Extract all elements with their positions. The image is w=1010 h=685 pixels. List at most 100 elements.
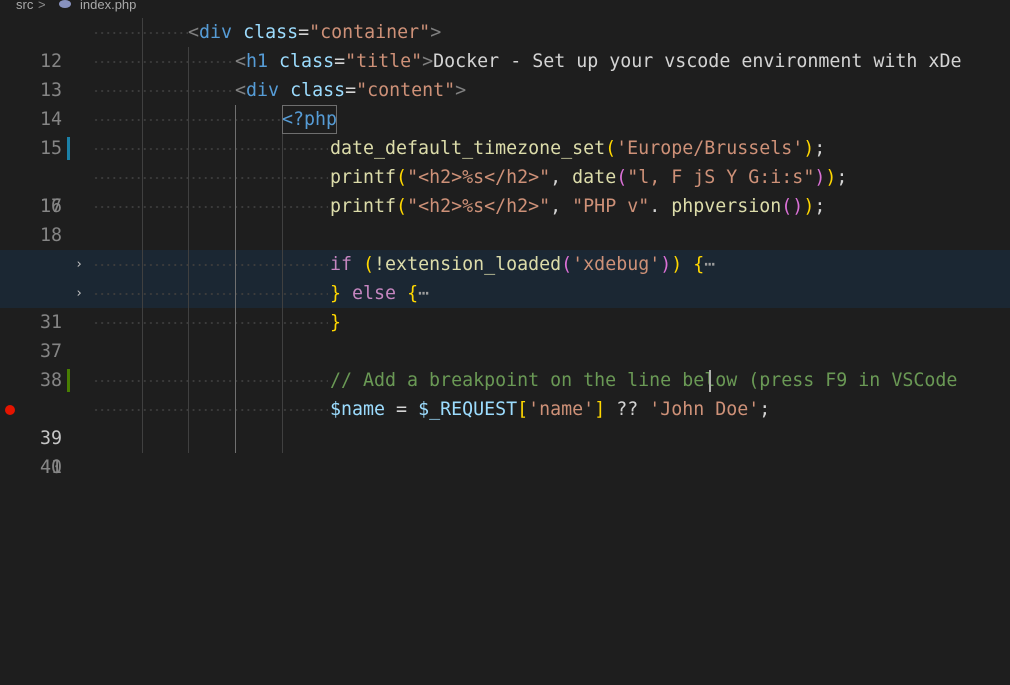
- html-attribute: class: [279, 51, 335, 72]
- indent-guide: [282, 308, 283, 337]
- function-name: phpversion: [671, 196, 782, 217]
- indent-guide-active: [235, 308, 236, 337]
- code-line[interactable]: 40 $name = $_REQUEST['name'] ?? 'John Do…: [0, 395, 1010, 478]
- modified-indicator[interactable]: [67, 137, 70, 160]
- html-tag: div: [246, 80, 280, 101]
- indent-guide: [282, 192, 283, 221]
- whitespace-dots: [93, 409, 328, 411]
- code-line[interactable]: 19: [0, 221, 1010, 275]
- string-literal: "PHP v": [572, 196, 650, 217]
- code-line[interactable]: 15 <?php: [0, 105, 1010, 159]
- code-line[interactable]: 38: [0, 337, 1010, 391]
- indent-guide: [282, 163, 283, 192]
- indent-guide: [142, 18, 143, 47]
- indent-guide: [188, 192, 189, 221]
- code-line-folded[interactable]: 20 › if (!extension_loaded('xdebug')) {⋯: [0, 250, 1010, 304]
- indent-guide: [142, 105, 143, 134]
- code-line[interactable]: 39 // Add a breakpoint on the line below…: [0, 366, 1010, 449]
- whitespace-dots: [93, 90, 235, 92]
- code-text: }: [330, 312, 342, 333]
- php-open-tag: <?php: [282, 105, 338, 134]
- code-text: <div class="container">: [188, 22, 442, 43]
- code-line[interactable]: 18 printf("<h2>%s</h2>", "PHP v". phpver…: [0, 192, 1010, 246]
- indent-guide-active: [235, 337, 236, 366]
- indent-guide: [142, 424, 143, 453]
- indent-guide-active: [235, 163, 236, 192]
- indent-guide: [188, 250, 189, 279]
- breadcrumb-folder[interactable]: src: [16, 0, 33, 11]
- breadcrumb-chevron-icon: >: [38, 0, 46, 12]
- code-editor[interactable]: 12 <div class="container"> 13 <h1 class=…: [0, 18, 1010, 478]
- code-line[interactable]: 12 <div class="container">: [0, 18, 1010, 72]
- indent-guide: [188, 221, 189, 250]
- whitespace-dots: [93, 264, 328, 266]
- comment-text: // Add a breakpoint on the line: [330, 370, 683, 391]
- text-cursor: [709, 370, 711, 392]
- whitespace-dots: [93, 206, 328, 208]
- indent-guide: [142, 308, 143, 337]
- code-text: printf("<h2>%s</h2>", date("l, F jS Y G:…: [330, 167, 848, 188]
- variable: $name: [330, 399, 386, 420]
- whitespace-dots: [93, 119, 281, 121]
- code-line[interactable]: 16 date_default_timezone_set('Europe/Bru…: [0, 134, 1010, 217]
- indent-guide: [282, 366, 283, 395]
- html-attribute: class: [243, 22, 299, 43]
- code-line-folded[interactable]: 31 › } else {⋯: [0, 279, 1010, 333]
- attribute-value: "title": [345, 51, 423, 72]
- indent-guide: [142, 279, 143, 308]
- fold-chevron-right-icon[interactable]: ›: [72, 250, 86, 279]
- indent-guide: [188, 308, 189, 337]
- function-name: printf: [330, 196, 397, 217]
- added-indicator[interactable]: [67, 369, 70, 392]
- indent-guide: [142, 76, 143, 105]
- indent-guide: [188, 337, 189, 366]
- folded-ellipsis[interactable]: ⋯: [704, 254, 715, 275]
- code-line[interactable]: 13 <h1 class="title">Docker - Set up you…: [0, 47, 1010, 101]
- html-tag: h1: [246, 51, 269, 72]
- code-line[interactable]: 37 }: [0, 308, 1010, 362]
- code-text: date_default_timezone_set('Europe/Brusse…: [330, 138, 826, 159]
- indent-guide-active: [235, 366, 236, 395]
- code-text: <h1 class="title">Docker - Set up your v…: [235, 51, 962, 72]
- indent-guide: [142, 250, 143, 279]
- string-literal: 'John Doe': [649, 399, 760, 420]
- line-number: 41: [39, 457, 62, 478]
- indent-guide-active: [235, 250, 236, 279]
- indent-guide: [142, 221, 143, 250]
- string-literal: "l, F jS Y G:i:s": [627, 167, 815, 188]
- breakpoint-icon[interactable]: [5, 405, 15, 415]
- code-line[interactable]: 41: [0, 424, 1010, 478]
- indent-guide: [142, 163, 143, 192]
- code-comment: // Add a breakpoint on the line below (p…: [330, 366, 957, 395]
- html-tag: div: [199, 22, 233, 43]
- whitespace-dots: [93, 293, 328, 295]
- indent-guide: [282, 424, 283, 453]
- indent-guide: [188, 47, 189, 76]
- code-line[interactable]: 14 <div class="content">: [0, 76, 1010, 130]
- whitespace-dots: [93, 32, 188, 34]
- indent-guide-active: [235, 424, 236, 453]
- indent-guide: [188, 395, 189, 424]
- breadcrumb-file[interactable]: index.php: [80, 0, 136, 11]
- equals-sign: =: [298, 22, 310, 43]
- folded-ellipsis[interactable]: ⋯: [418, 283, 429, 304]
- string-literal: "<h2>%s</h2>": [407, 167, 551, 188]
- breadcrumb: src > index.php: [0, 0, 1010, 16]
- string-literal: 'xdebug': [572, 254, 661, 275]
- indent-guide-active: [235, 134, 236, 163]
- indent-guide: [282, 134, 283, 163]
- code-text: <div class="content">: [235, 80, 467, 101]
- code-line[interactable]: 17 printf("<h2>%s</h2>", date("l, F jS Y…: [0, 163, 1010, 217]
- indent-guide-active: [235, 192, 236, 221]
- fold-chevron-right-icon[interactable]: ›: [72, 279, 86, 308]
- indent-guide: [142, 337, 143, 366]
- code-text: } else {⋯: [330, 283, 430, 304]
- keyword: if: [330, 254, 353, 275]
- function-name: date: [572, 167, 617, 188]
- indent-guide: [188, 105, 189, 134]
- equals-sign: =: [334, 51, 346, 72]
- comment-text: below (press F9 in VSCode: [682, 370, 958, 391]
- code-text: printf("<h2>%s</h2>", "PHP v". phpversio…: [330, 196, 826, 217]
- equals-sign: =: [345, 80, 357, 101]
- whitespace-dots: [93, 322, 328, 324]
